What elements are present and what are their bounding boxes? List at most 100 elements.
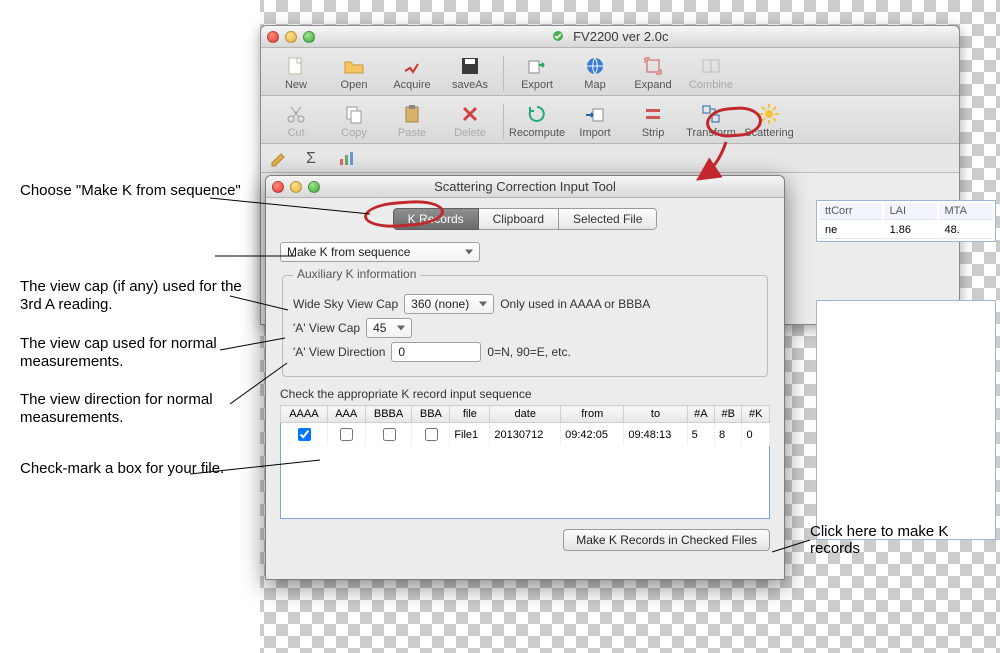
chart-icon [337,148,357,168]
open-button[interactable]: Open [325,52,383,95]
cut-button: Cut [267,100,325,143]
saveAs-button[interactable]: saveAs [441,52,499,95]
grid-header[interactable]: date [490,406,561,423]
cell-value: 0 [742,423,770,447]
acquire-icon [401,55,423,77]
grid-header[interactable]: BBBA [365,406,412,423]
annot-make-button: Click here to make K records [810,523,970,557]
a-view-cap-select[interactable]: 45 [366,318,412,338]
toolbar-label: Recompute [509,127,565,139]
cell-bba[interactable] [412,423,450,447]
sigma-icon: Σ [303,148,323,168]
a-view-dir-label: 'A' View Direction [293,345,385,359]
results-empty-pane [816,300,996,540]
toolbar-label: Acquire [393,79,430,91]
toolbar-label: Paste [398,127,426,139]
table-row[interactable]: File12013071209:42:0509:48:13580 [281,423,770,447]
map-icon [584,55,606,77]
make-k-mode-select[interactable]: Make K from sequence [280,242,480,262]
annot-wide-cap: The view cap (if any) used for the 3rd A… [20,278,250,314]
toolbar-label: Cut [287,127,304,139]
grid-header[interactable]: to [624,406,687,423]
scattering-dialog: Scattering Correction Input Tool K Recor… [265,175,785,580]
open-icon [343,55,365,77]
grid-header[interactable]: AAAA [281,406,328,423]
bbba-checkbox[interactable] [383,428,396,441]
a-view-dir-input[interactable]: 0 [391,342,481,362]
new-icon [285,55,307,77]
grid-header[interactable]: AAA [327,406,365,423]
paste-button: Paste [383,100,441,143]
map-button[interactable]: Map [566,52,624,95]
grid-header[interactable]: #B [715,406,742,423]
saveAs-icon [459,55,481,77]
recompute-button[interactable]: Recompute [508,100,566,143]
strip-button[interactable]: Strip [624,100,682,143]
toolbar-separator [503,104,504,139]
toolbar-label: Expand [634,79,671,91]
cut-icon [285,103,307,125]
toolbar-label: Copy [341,127,367,139]
grid-header[interactable]: BBA [412,406,450,423]
tab-clipboard[interactable]: Clipboard [479,208,559,230]
cell-aaaa[interactable] [281,423,328,447]
aaaa-checkbox[interactable] [298,428,311,441]
cell-aaa[interactable] [327,423,365,447]
recompute-icon [526,103,548,125]
annot-make-k: Choose "Make K from sequence" [20,182,250,200]
import-icon [584,103,606,125]
toolbar-label: Delete [454,127,486,139]
expand-button[interactable]: Expand [624,52,682,95]
svg-text:Σ: Σ [306,150,316,167]
aaa-checkbox[interactable] [340,428,353,441]
cell-value: 09:48:13 [624,423,687,447]
toolbar-label: Strip [642,127,665,139]
a-view-dir-note: 0=N, 90=E, etc. [487,345,570,359]
new-button[interactable]: New [267,52,325,95]
delete-button: Delete [441,100,499,143]
copy-button: Copy [325,100,383,143]
grid-header[interactable]: from [561,406,624,423]
toolbar-row-0: New Open Acquire saveAs Export Map Expand Combi… [261,48,959,96]
aux-k-group: Auxiliary K information Wide Sky View Ca… [282,268,768,377]
combine-button: Combine [682,52,740,95]
toolbar-label: Map [584,79,605,91]
toolbar-label: Export [521,79,553,91]
toolbar-label: Open [341,79,368,91]
grid-header[interactable]: file [450,406,490,423]
make-k-records-button[interactable]: Make K Records in Checked Files [563,529,770,551]
export-icon [526,55,548,77]
copy-icon [343,103,365,125]
results-table: ttCorr LAI MTA ne 1.86 48. [816,200,996,242]
pencil-icon [269,148,289,168]
app-icon [551,29,565,43]
paste-icon [401,103,423,125]
wide-sky-note: Only used in AAAA or BBBA [500,297,650,311]
wide-sky-select[interactable]: 360 (none) [404,294,494,314]
cell-value: 5 [687,423,714,447]
toolbar-label: Combine [689,79,733,91]
grid-header[interactable]: #K [742,406,770,423]
toolbar-row-1: CutCopyPasteDeleteRecomputeImportStripTr… [261,96,959,144]
k-record-grid[interactable]: AAAAAAABBBABBAfiledatefromto#A#B#K File1… [280,405,770,519]
cell-value: 8 [715,423,742,447]
titlebar: FV2200 ver 2.0c [261,26,959,48]
cell-value: 20130712 [490,423,561,447]
acquire-button[interactable]: Acquire [383,52,441,95]
combine-icon [700,55,722,77]
grid-prompt: Check the appropriate K record input seq… [280,387,770,401]
toolbar-separator [503,56,504,91]
a-view-cap-label: 'A' View Cap [293,321,360,335]
tab-selected-file[interactable]: Selected File [559,208,657,230]
cell-bbba[interactable] [365,423,412,447]
import-button[interactable]: Import [566,100,624,143]
toolbar-label: Import [579,127,610,139]
grid-header[interactable]: #A [687,406,714,423]
export-button[interactable]: Export [508,52,566,95]
annot-a-cap: The view cap used for normal measurement… [20,335,250,371]
dialog-titlebar: Scattering Correction Input Tool [266,176,784,198]
strip-icon [642,103,664,125]
toolbar-label: saveAs [452,79,488,91]
bba-checkbox[interactable] [425,428,438,441]
annotation-panel-bg [0,0,260,653]
